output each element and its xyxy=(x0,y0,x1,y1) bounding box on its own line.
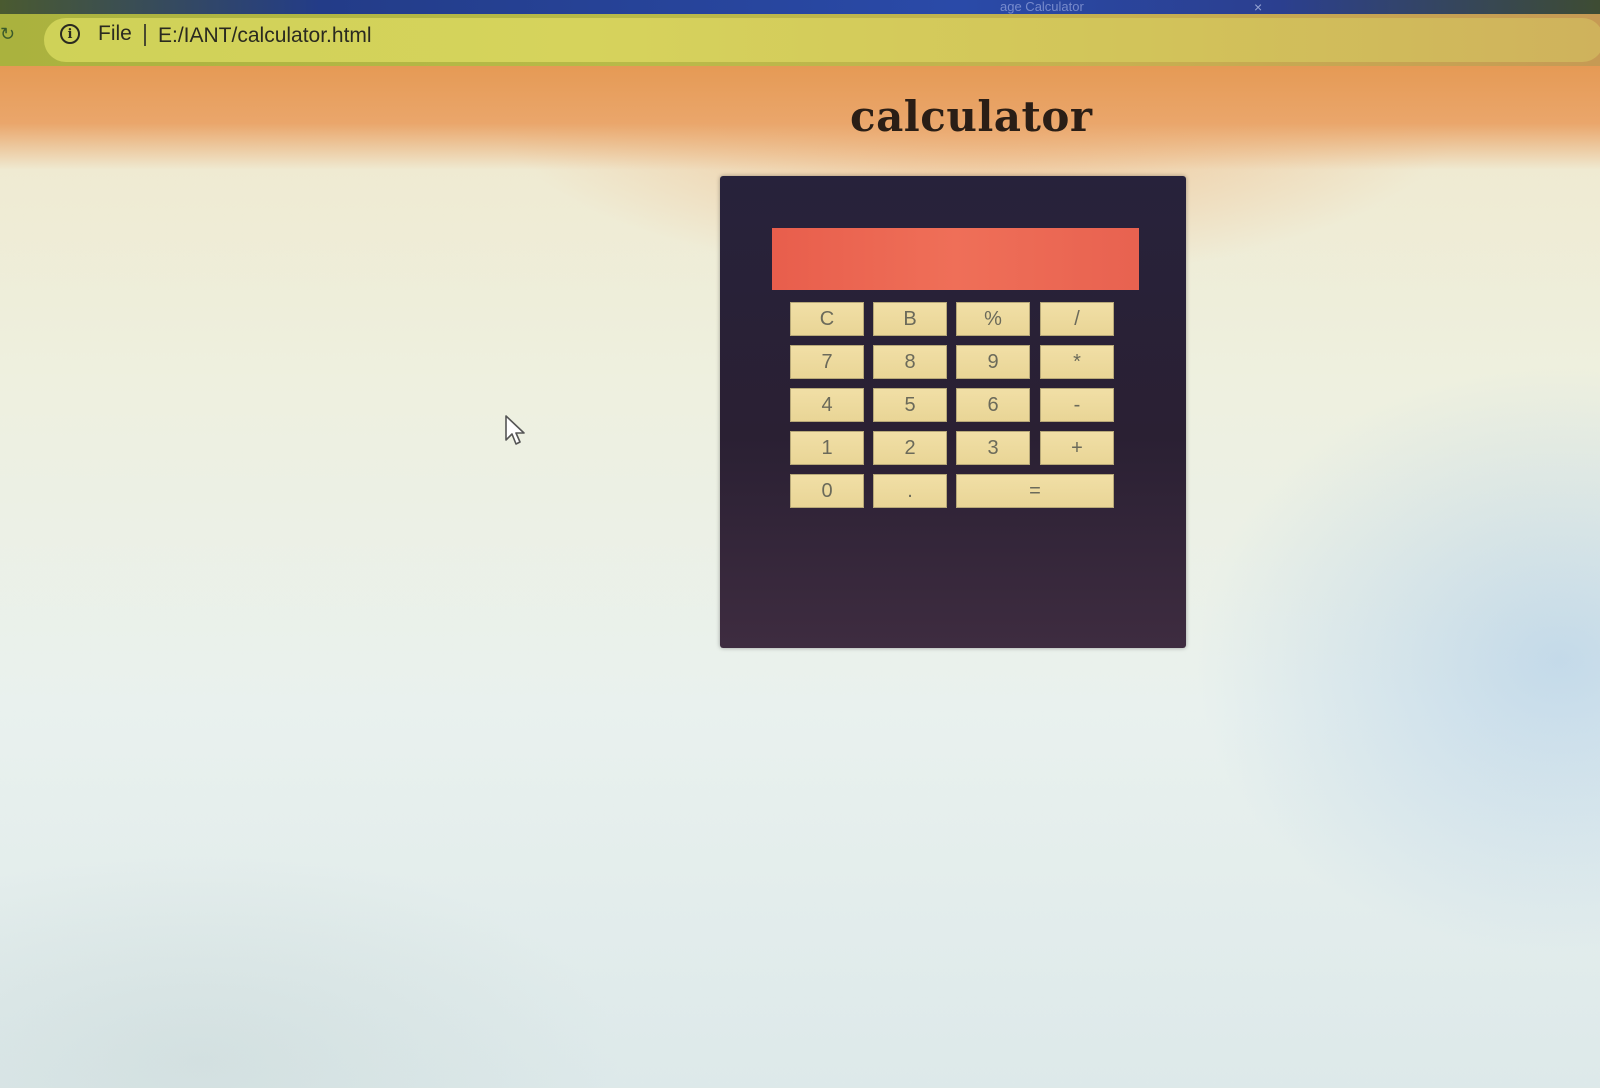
key-percent-button[interactable]: % xyxy=(956,302,1030,336)
key-digit-2-button[interactable]: 2 xyxy=(873,431,947,465)
key-subtract-button[interactable]: - xyxy=(1040,388,1114,422)
page-title: calculator xyxy=(850,92,1093,141)
calculator: C B% / 7 8 9 * 4 5 6- 1 2 3 +0. = xyxy=(720,176,1186,648)
key-multiply-button[interactable]: * xyxy=(1040,345,1114,379)
key-digit-5-button[interactable]: 5 xyxy=(873,388,947,422)
calculator-display xyxy=(772,228,1139,290)
key-equals-button[interactable]: = xyxy=(956,474,1114,508)
key-backspace-button[interactable]: B xyxy=(873,302,947,336)
key-digit-4-button[interactable]: 4 xyxy=(790,388,864,422)
url-scheme-label: File xyxy=(98,22,132,45)
url-divider xyxy=(144,24,146,46)
tab-title: age Calculator xyxy=(1000,0,1084,14)
key-clear-button[interactable]: C xyxy=(790,302,864,336)
key-digit-8-button[interactable]: 8 xyxy=(873,345,947,379)
key-digit-1-button[interactable]: 1 xyxy=(790,431,864,465)
url-text[interactable]: E:/IANT/calculator.html xyxy=(158,24,372,48)
site-info-icon[interactable]: i xyxy=(60,24,80,44)
key-add-button[interactable]: + xyxy=(1040,431,1114,465)
key-decimal-button[interactable]: . xyxy=(873,474,947,508)
page-header xyxy=(0,66,1600,170)
tab-close-icon[interactable]: × xyxy=(1254,0,1262,14)
key-digit-6-button[interactable]: 6 xyxy=(956,388,1030,422)
mouse-pointer-icon xyxy=(505,415,525,445)
key-digit-7-button[interactable]: 7 xyxy=(790,345,864,379)
key-digit-9-button[interactable]: 9 xyxy=(956,345,1030,379)
key-digit-0-button[interactable]: 0 xyxy=(790,474,864,508)
key-digit-3-button[interactable]: 3 xyxy=(956,431,1030,465)
key-divide-button[interactable]: / xyxy=(1040,302,1114,336)
reload-icon[interactable]: ↻ xyxy=(0,24,20,44)
